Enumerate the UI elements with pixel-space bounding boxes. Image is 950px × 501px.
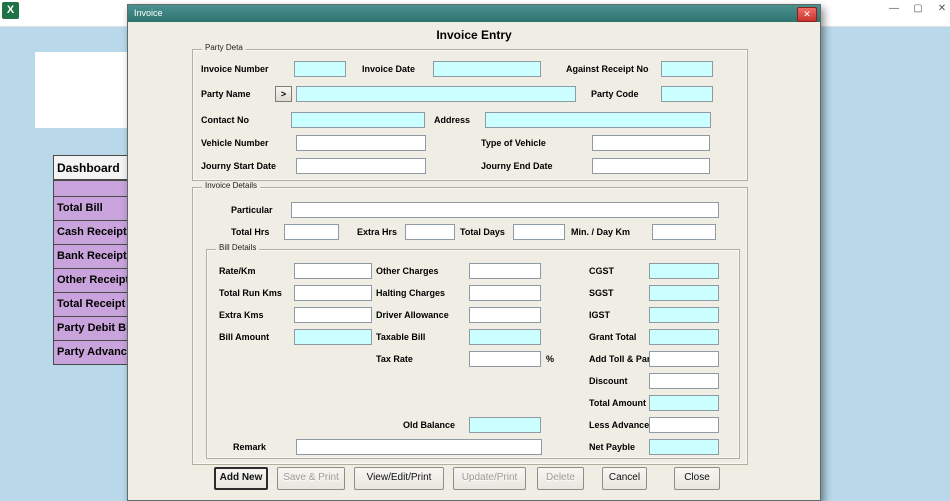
address-label: Address (434, 115, 471, 125)
discount-field[interactable] (649, 373, 719, 389)
save-print-button: Save & Print (277, 467, 345, 490)
total-days-label: Total Days (460, 227, 505, 237)
dialog-title: Invoice (134, 8, 163, 18)
against-receipt-no-label: Against Receipt No (566, 64, 649, 74)
total-amount-field[interactable] (649, 395, 719, 411)
tax-rate-field[interactable] (469, 351, 541, 367)
contact-no-field[interactable] (291, 112, 425, 128)
less-advance-label: Less Advance (589, 420, 650, 430)
driver-allowance-label: Driver Allowance (376, 310, 449, 320)
add-toll-parking-field[interactable] (649, 351, 719, 367)
discount-label: Discount (589, 376, 628, 386)
invoice-number-label: Invoice Number (201, 64, 269, 74)
type-of-vehicle-field[interactable] (592, 135, 710, 151)
party-name-field[interactable] (296, 86, 576, 102)
excel-app-icon: X (2, 2, 19, 19)
net-payble-field[interactable] (649, 439, 719, 455)
dialog-titlebar: Invoice ✕ (128, 5, 820, 22)
particular-label: Particular (231, 205, 273, 215)
type-of-vehicle-label: Type of Vehicle (481, 138, 546, 148)
igst-label: IGST (589, 310, 611, 320)
rate-km-label: Rate/Km (219, 266, 256, 276)
invoice-date-field[interactable] (433, 61, 541, 77)
delete-button: Delete (537, 467, 584, 490)
taxable-bill-field[interactable] (469, 329, 541, 345)
rate-km-field[interactable] (294, 263, 372, 279)
percent-label: % (546, 354, 555, 364)
min-day-km-field[interactable] (652, 224, 716, 240)
party-code-label: Party Code (591, 89, 639, 99)
total-amount-label: Total Amount (589, 398, 646, 408)
extra-hrs-label: Extra Hrs (357, 227, 398, 237)
dialog-heading: Invoice Entry (436, 28, 512, 42)
invoice-details-group-label: Invoice Details (202, 181, 261, 190)
igst-field[interactable] (649, 307, 719, 323)
party-name-label: Party Name (201, 89, 251, 99)
old-balance-field[interactable] (469, 417, 541, 433)
driver-allowance-field[interactable] (469, 307, 541, 323)
party-code-field[interactable] (661, 86, 713, 102)
close-button[interactable]: Close (674, 467, 720, 490)
old-balance-label: Old Balance (403, 420, 456, 430)
cancel-button[interactable]: Cancel (602, 467, 647, 490)
grant-total-label: Grant Total (589, 332, 637, 342)
sgst-label: SGST (589, 288, 614, 298)
min-day-km-label: Min. / Day Km (571, 227, 631, 237)
contact-no-label: Contact No (201, 115, 249, 125)
journy-end-date-field[interactable] (592, 158, 710, 174)
remark-label: Remark (233, 442, 267, 452)
journy-end-date-label: Journy End Date (481, 161, 553, 171)
taxable-bill-label: Taxable Bill (376, 332, 426, 342)
total-run-kms-label: Total Run Kms (219, 288, 282, 298)
invoice-dialog: Invoice ✕ Invoice Entry Party Deta Invoi… (127, 4, 821, 501)
halting-charges-field[interactable] (469, 285, 541, 301)
maximize-icon[interactable]: ▢ (908, 2, 928, 16)
vehicle-number-field[interactable] (296, 135, 426, 151)
address-field[interactable] (485, 112, 711, 128)
tax-rate-label: Tax Rate (376, 354, 413, 364)
party-group-label: Party Deta (202, 43, 246, 52)
view-edit-print-button[interactable]: View/Edit/Print (354, 467, 444, 490)
journy-start-date-field[interactable] (296, 158, 426, 174)
invoice-number-field[interactable] (294, 61, 346, 77)
party-lookup-button[interactable]: > (275, 86, 292, 102)
sgst-field[interactable] (649, 285, 719, 301)
dialog-close-button[interactable]: ✕ (797, 7, 817, 22)
minimize-icon[interactable]: — (884, 2, 904, 16)
total-days-field[interactable] (513, 224, 565, 240)
extra-kms-field[interactable] (294, 307, 372, 323)
net-payble-label: Net Payble (589, 442, 636, 452)
update-print-button: Update/Print (453, 467, 526, 490)
extra-kms-label: Extra Kms (219, 310, 264, 320)
total-hrs-label: Total Hrs (231, 227, 270, 237)
against-receipt-no-field[interactable] (661, 61, 713, 77)
total-run-kms-field[interactable] (294, 285, 372, 301)
bill-amount-field[interactable] (294, 329, 372, 345)
total-hrs-field[interactable] (284, 224, 339, 240)
particular-field[interactable] (291, 202, 719, 218)
less-advance-field[interactable] (649, 417, 719, 433)
cgst-field[interactable] (649, 263, 719, 279)
other-charges-field[interactable] (469, 263, 541, 279)
journy-start-date-label: Journy Start Date (201, 161, 277, 171)
bill-details-group-label: Bill Details (216, 243, 260, 252)
halting-charges-label: Halting Charges (376, 288, 446, 298)
bill-amount-label: Bill Amount (219, 332, 270, 342)
add-new-button[interactable]: Add New (214, 467, 268, 490)
other-charges-label: Other Charges (376, 266, 439, 276)
window-close-icon[interactable]: ✕ (932, 2, 950, 16)
remark-field[interactable] (296, 439, 542, 455)
worksheet-panel (35, 52, 135, 128)
grant-total-field[interactable] (649, 329, 719, 345)
invoice-date-label: Invoice Date (362, 64, 416, 74)
vehicle-number-label: Vehicle Number (201, 138, 269, 148)
cgst-label: CGST (589, 266, 615, 276)
extra-hrs-field[interactable] (405, 224, 455, 240)
